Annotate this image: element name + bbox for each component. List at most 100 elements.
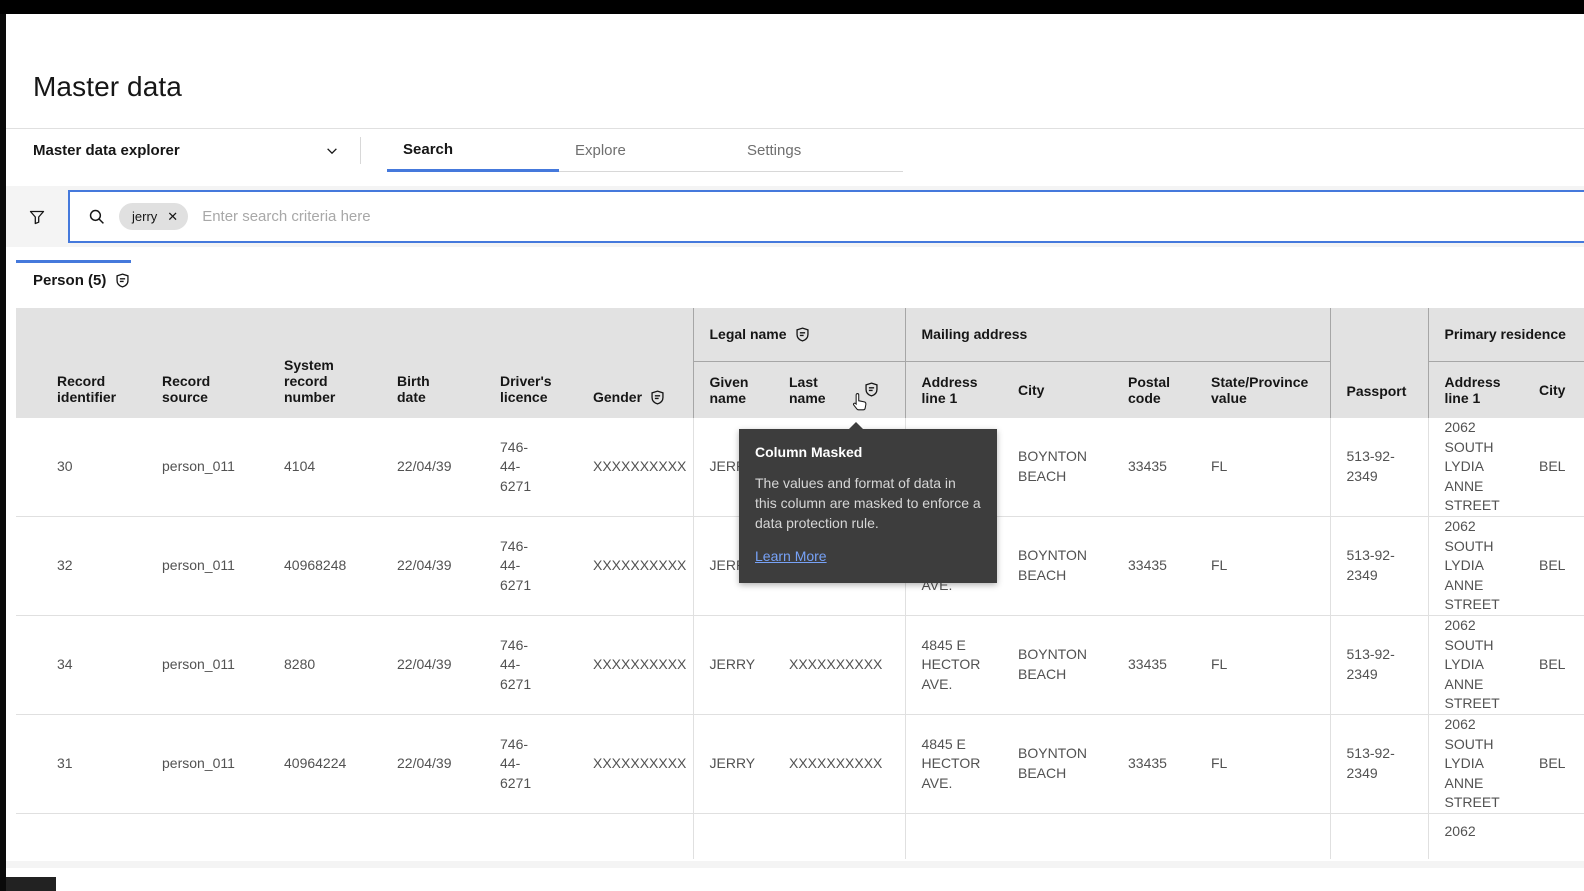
masked-shield-icon[interactable] [650,389,665,405]
cell-birth_date: 22/04/39 [381,515,484,616]
cell-passport: 513-92-2349 [1329,713,1428,814]
col-header-last-name: Last name [773,361,905,418]
search-input[interactable] [202,208,1584,225]
cell-res_city: BEL [1523,515,1584,616]
cell-record_identifier: 31 [16,713,146,814]
tab-label: Settings [747,141,802,159]
cell-mail_postal_code: 33435 [1112,713,1195,814]
tooltip-title: Column Masked [755,444,863,460]
cell-mail_state_province: FL [1195,713,1330,814]
divider [360,137,361,164]
dropdown-label: Master data explorer [33,142,180,159]
page-title: Master data [33,71,182,102]
left-edge-strip [0,14,6,891]
cell-drivers_licence: 746-44-6271 [484,418,577,517]
learn-more-link[interactable]: Learn More [755,548,827,564]
search-icon [89,209,104,224]
cell-drivers_licence: 746-44-6271 [484,713,577,814]
cell-mail_city: BOYNTON BEACH [1002,515,1112,616]
cell-gender: XXXXXXXXXX [577,614,693,715]
col-header-mail-postal-code: Postal code [1112,361,1195,418]
person-tab-indicator [16,260,131,263]
cell-mail_state_province: FL [1195,614,1330,715]
col-header-system-record-number: System record number [268,308,381,418]
cell-passport: 513-92-2349 [1329,614,1428,715]
person-results-tab[interactable]: Person (5) [33,272,130,289]
tab-explore[interactable]: Explore [559,129,731,172]
cell-record_source: person_011 [146,418,268,517]
filter-button[interactable] [6,186,68,247]
cell-gender: XXXXXXXXXX [577,713,693,814]
search-field[interactable]: jerry ✕ [68,190,1584,243]
bottom-band [6,861,1584,868]
col-header-mail-state-province: State/Province value [1195,361,1330,418]
tag-close-icon[interactable]: ✕ [167,210,178,223]
cell-given_name: JERRY [692,614,773,715]
cell-gender: XXXXXXXXXX [577,418,693,517]
cell-system_record_number: 40968248 [268,515,381,616]
cell-system_record_number: 40964224 [268,713,381,814]
tab-search[interactable]: Search [387,129,559,172]
cell-drivers_licence: 746-44-6271 [484,614,577,715]
group-header-legal-name: Legal name [692,308,905,362]
master-data-explorer-dropdown[interactable]: Master data explorer [6,129,360,172]
cell-drivers_licence: 746-44-6271 [484,515,577,616]
cell-record_identifier: 32 [16,515,146,616]
cursor-hand-icon [853,393,867,411]
cell-passport [1329,812,1428,860]
cell-mail_address_line_1: 4845 E HECTOR AVE. [904,614,1002,715]
cell-mail_city: BOYNTON BEACH [1002,418,1112,517]
search-tag[interactable]: jerry ✕ [119,203,189,230]
col-header-birth-date: Birth date [381,308,484,418]
col-header-given-name: Given name [692,361,773,418]
cell-record_identifier: 30 [16,418,146,517]
masked-shield-icon[interactable] [115,273,130,288]
col-header-gender: Gender [577,308,693,418]
bottom-left-block [6,877,56,891]
table-header: Record identifier Record source System r… [16,308,1584,418]
tab-label: Search [403,140,454,158]
tab-label: Explore [575,141,626,159]
tooltip-body: The values and format of data in this co… [755,475,981,532]
results-table: Record identifier Record source System r… [16,308,1584,860]
person-tab-label: Person (5) [33,272,107,289]
cell-res_address_line_1: 2062 [1427,812,1523,860]
group-header-primary-residence: Primary residence [1427,308,1584,362]
table-row[interactable]: 34 person_011 8280 22/04/39 746-44-6271 XXXXX… [16,614,1584,715]
cell-mail_state_province [1195,812,1330,860]
cell-mail_postal_code: 33435 [1112,614,1195,715]
col-header-drivers-licence: Driver's licence [484,308,577,418]
cell-mail_state_province: FL [1195,515,1330,616]
table-row[interactable]: 2062 [16,812,1584,860]
group-header-mailing-address: Mailing address [904,308,1330,362]
cell-system_record_number [268,812,381,860]
search-band: jerry ✕ [6,186,1584,247]
cell-res_address_line_1: 2062 SOUTH LYDIA ANNE STREET [1427,713,1523,814]
cell-res_address_line_1: 2062 SOUTH LYDIA ANNE STREET [1427,614,1523,715]
cell-system_record_number: 8280 [268,614,381,715]
cell-res_city: BEL [1523,614,1584,715]
cell-mail_city: BOYNTON BEACH [1002,713,1112,814]
cell-res_address_line_1: 2062 SOUTH LYDIA ANNE STREET [1427,515,1523,616]
masked-shield-icon[interactable] [795,327,810,342]
cell-birth_date: 22/04/39 [381,713,484,814]
table-row[interactable]: 31 person_011 40964224 22/04/39 746-44-6271 X… [16,713,1584,814]
cell-passport: 513-92-2349 [1329,418,1428,517]
tab-settings[interactable]: Settings [731,129,903,172]
cell-gender: XXXXXXXXXX [577,515,693,616]
results-table-wrapper[interactable]: Record identifier Record source System r… [16,308,1584,861]
cell-record_source: person_011 [146,713,268,814]
cell-res_city: BEL [1523,713,1584,814]
cell-record_identifier [16,812,146,860]
cell-passport: 513-92-2349 [1329,515,1428,616]
tab-bar: Search Explore Settings [387,129,903,172]
cell-mail_city: BOYNTON BEACH [1002,614,1112,715]
cell-mail_address_line_1: 4845 E HECTOR AVE. [904,713,1002,814]
col-header-mail-address-line-1: Address line 1 [904,361,1002,418]
cell-res_city [1523,812,1584,860]
col-header-res-city: City [1523,361,1584,418]
cell-mail_city [1002,812,1112,860]
cell-record_source: person_011 [146,614,268,715]
cell-res_city: BEL [1523,418,1584,517]
chevron-down-icon [327,147,337,154]
